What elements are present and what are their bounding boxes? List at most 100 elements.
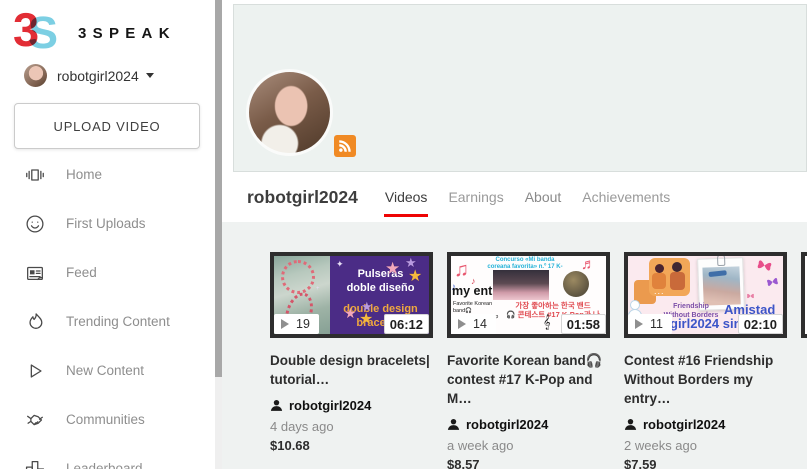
- video-title[interactable]: Contest #16 Friendship Without Borders m…: [624, 351, 786, 408]
- video-earnings: $7.59: [624, 457, 787, 469]
- duration-badge: 02:10: [738, 314, 783, 334]
- video-author[interactable]: robotgirl2024: [270, 398, 433, 413]
- user-dropdown[interactable]: robotgirl2024: [24, 64, 154, 87]
- music-note-icon: ♬: [581, 256, 596, 273]
- sidebar-item-label: First Uploads: [66, 216, 146, 231]
- video-thumbnail[interactable]: Concurso «Mi banda coreana favorita» n.º…: [447, 252, 610, 338]
- view-count: 19: [296, 317, 310, 331]
- video-age: 4 days ago: [270, 419, 433, 434]
- sidebar: 3 S 3SPEAK robotgirl2024 UPLOAD VIDEO Ho…: [0, 0, 215, 469]
- user-avatar: [24, 64, 47, 87]
- play-count-icon: [635, 319, 643, 329]
- illustration: [672, 262, 682, 272]
- sparkle-icon: ✦: [336, 260, 344, 269]
- view-count: 14: [473, 317, 487, 331]
- video-age: 2 weeks ago: [624, 438, 787, 453]
- tab-earnings[interactable]: Earnings: [448, 172, 503, 222]
- star-icon: ★: [359, 312, 373, 328]
- star-icon: ★: [408, 269, 422, 285]
- music-note-icon: ♫: [454, 259, 469, 282]
- brand-logo[interactable]: 3 S 3SPEAK: [13, 8, 176, 58]
- app-window: 3 S 3SPEAK robotgirl2024 UPLOAD VIDEO Ho…: [0, 0, 807, 469]
- upload-video-button[interactable]: UPLOAD VIDEO: [14, 103, 200, 149]
- 3speak-logo-icon: 3 S: [13, 8, 65, 58]
- main-content: robotgirl2024 Videos Earnings About Achi…: [222, 0, 807, 469]
- sparkle-icon: +: [316, 286, 320, 292]
- band-photo: [493, 270, 549, 300]
- illustration: ...: [654, 286, 665, 296]
- view-count-badge: 19: [274, 314, 319, 334]
- profile-tabs: Videos Earnings About Achievements: [385, 172, 670, 222]
- leaderboard-icon: [24, 458, 46, 469]
- tab-achievements[interactable]: Achievements: [582, 172, 670, 222]
- butterfly-icon: [746, 292, 755, 300]
- duration-badge: 06:12: [384, 314, 429, 334]
- video-card: Pulseras doble diseño double design brac…: [270, 252, 433, 469]
- illustration: [655, 264, 664, 273]
- sidebar-item-trending[interactable]: Trending Content: [0, 297, 215, 346]
- tab-about[interactable]: About: [525, 172, 562, 222]
- smiley-icon: [24, 213, 46, 235]
- sidebar-item-label: Trending Content: [66, 314, 170, 329]
- author-icon: [447, 418, 460, 431]
- studio-icon: [24, 164, 46, 186]
- sidebar-item-communities[interactable]: Communities: [0, 395, 215, 444]
- sidebar-item-label: Feed: [66, 265, 97, 280]
- video-author[interactable]: robotgirl2024: [447, 417, 610, 432]
- vertical-scrollbar-thumb[interactable]: [215, 0, 222, 377]
- play-count-icon: [458, 319, 466, 329]
- author-name: robotgirl2024: [466, 417, 548, 432]
- profile-avatar[interactable]: [246, 69, 333, 156]
- sidebar-item-label: Communities: [66, 412, 145, 427]
- page-title: robotgirl2024: [247, 187, 358, 208]
- video-age: a week ago: [447, 438, 610, 453]
- logo-s-glyph: S: [28, 8, 58, 58]
- user-name: robotgirl2024: [57, 68, 139, 84]
- singer-photo: [563, 271, 589, 297]
- author-icon: [270, 399, 283, 412]
- videos-section: Pulseras doble diseño double design brac…: [222, 222, 807, 469]
- video-thumbnail[interactable]: [801, 252, 807, 338]
- video-card: ... Friendship Without: [624, 252, 787, 469]
- sidebar-menu: Home First Uploads Feed Trending Content: [0, 150, 215, 469]
- newspaper-icon: [24, 262, 46, 284]
- video-grid: Pulseras doble diseño double design brac…: [270, 252, 807, 469]
- video-card-partial: [801, 252, 807, 469]
- sidebar-item-leaderboard[interactable]: Leaderboard: [0, 444, 215, 469]
- sidebar-item-label: New Content: [66, 363, 144, 378]
- video-thumbnail[interactable]: Pulseras doble diseño double design brac…: [270, 252, 433, 338]
- rss-icon[interactable]: [334, 135, 356, 157]
- video-title[interactable]: Double design bracelets| tutorial…: [270, 351, 432, 389]
- sidebar-item-home[interactable]: Home: [0, 150, 215, 199]
- music-staff-icon: 𝄞: [543, 314, 551, 330]
- video-author[interactable]: robotgirl2024: [624, 417, 787, 432]
- sidebar-item-first-uploads[interactable]: First Uploads: [0, 199, 215, 248]
- view-count: 11: [650, 317, 663, 331]
- tab-videos[interactable]: Videos: [385, 172, 428, 222]
- play-outline-icon: [24, 360, 46, 382]
- sidebar-item-label: Leaderboard: [66, 461, 143, 469]
- illustration: [670, 272, 685, 290]
- view-count-badge: 11: [628, 314, 672, 334]
- sidebar-item-new-content[interactable]: New Content: [0, 346, 215, 395]
- profile-banner: [233, 4, 807, 172]
- butterfly-icon: [765, 275, 780, 289]
- paperclip-icon: [717, 254, 725, 266]
- chevron-down-icon: [146, 73, 154, 78]
- vertical-scrollbar-track: [215, 0, 222, 469]
- sidebar-item-feed[interactable]: Feed: [0, 248, 215, 297]
- video-title[interactable]: Favorite Korean band🎧 contest #17 K-Pop …: [447, 351, 609, 408]
- profile-header: robotgirl2024 Videos Earnings About Achi…: [222, 172, 807, 222]
- video-earnings: $10.68: [270, 438, 433, 453]
- brand-name: 3SPEAK: [78, 25, 176, 42]
- butterfly-icon: [754, 256, 774, 275]
- video-thumbnail[interactable]: ... Friendship Without: [624, 252, 787, 338]
- author-name: robotgirl2024: [289, 398, 371, 413]
- video-earnings: $8.57: [447, 457, 610, 469]
- handshake-icon: [24, 409, 46, 431]
- author-icon: [624, 418, 637, 431]
- sidebar-item-label: Home: [66, 167, 102, 182]
- flame-icon: [24, 311, 46, 333]
- play-count-icon: [281, 319, 289, 329]
- duration-badge: 01:58: [561, 314, 606, 334]
